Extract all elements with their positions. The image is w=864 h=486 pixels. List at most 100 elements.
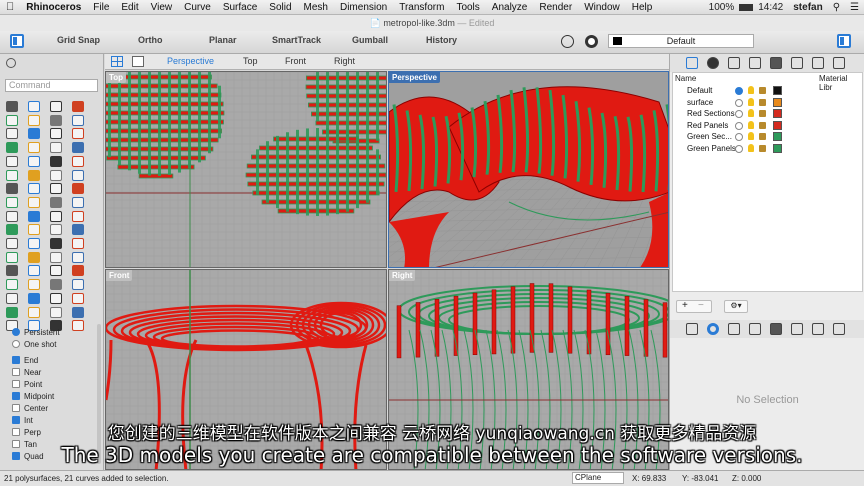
tab-perspective[interactable]: Perspective	[167, 56, 214, 66]
layer-color-swatch[interactable]	[773, 97, 782, 107]
tool-icon[interactable]	[72, 101, 84, 112]
ortho-button[interactable]: Ortho	[138, 35, 163, 45]
persistent-radio[interactable]: Persistent	[12, 328, 60, 337]
menu-surface[interactable]: Surface	[217, 0, 263, 15]
layer-options-gear-icon[interactable]: ⚙▾	[724, 300, 748, 313]
history-button[interactable]: History	[426, 35, 457, 45]
visibility-bulb-icon[interactable]	[748, 97, 754, 106]
viewport-top[interactable]: Top	[105, 71, 387, 268]
tool-icon[interactable]	[50, 224, 62, 236]
visibility-bulb-icon[interactable]	[748, 143, 754, 152]
tool-icon[interactable]	[50, 196, 62, 208]
tool-icon[interactable]	[6, 101, 18, 112]
tool-icon[interactable]	[72, 224, 84, 236]
layer-row[interactable]: Green Panels	[687, 143, 782, 154]
tool-icon[interactable]	[50, 101, 62, 112]
layers-icon-2[interactable]	[686, 323, 698, 335]
layer-color-swatch[interactable]	[773, 143, 782, 153]
tool-icon[interactable]	[6, 279, 18, 291]
current-layer-radio[interactable]	[735, 110, 743, 118]
tool-icon[interactable]	[6, 210, 18, 222]
tool-icon[interactable]	[50, 128, 62, 140]
tool-icon[interactable]	[72, 210, 84, 222]
four-view-layout-icon[interactable]	[111, 56, 123, 67]
current-layer-radio[interactable]	[735, 133, 743, 141]
tool-icon[interactable]	[50, 155, 62, 167]
menu-tools[interactable]: Tools	[450, 0, 485, 15]
remove-layer-button[interactable]: −	[698, 300, 704, 311]
tool-icon[interactable]	[28, 224, 40, 236]
tool-icon[interactable]	[50, 114, 62, 126]
tool-icon[interactable]	[72, 265, 84, 277]
layer-name[interactable]: Default	[687, 86, 712, 95]
menu-transform[interactable]: Transform	[393, 0, 450, 15]
command-input[interactable]: Command	[5, 79, 98, 92]
tool-icon[interactable]	[6, 238, 18, 249]
layer-name[interactable]: Green Sec...	[687, 132, 732, 141]
layer-row[interactable]: Green Sec...	[687, 131, 782, 142]
display-icon[interactable]	[707, 57, 719, 69]
display-icon-2[interactable]	[707, 323, 719, 335]
cplane-dropdown[interactable]: CPlane	[572, 472, 624, 484]
help-doc-icon[interactable]	[812, 57, 824, 69]
viewport-top-label[interactable]: Top	[106, 72, 127, 83]
tool-icon[interactable]	[6, 265, 18, 277]
visibility-bulb-icon[interactable]	[748, 132, 754, 140]
viewport-front-label[interactable]: Front	[106, 270, 133, 281]
menu-edit[interactable]: Edit	[115, 0, 144, 15]
grid-snap-button[interactable]: Grid Snap	[57, 35, 100, 45]
menu-solid[interactable]: Solid	[263, 0, 297, 15]
menu-analyze[interactable]: Analyze	[486, 0, 534, 15]
layer-color-swatch[interactable]	[773, 120, 782, 130]
layers-col-name[interactable]: Name	[675, 74, 696, 83]
visibility-bulb-icon[interactable]	[748, 109, 754, 117]
object-cube-icon-2[interactable]	[749, 323, 761, 335]
lock-icon[interactable]	[759, 144, 766, 152]
tool-icon[interactable]	[28, 114, 40, 126]
left-sidebar-toggle-icon[interactable]	[10, 34, 24, 48]
layers-col-material[interactable]: Material Libr	[819, 74, 862, 92]
tool-icon[interactable]	[72, 183, 84, 195]
osnap-center[interactable]: Center	[12, 404, 48, 413]
tool-icon[interactable]	[72, 279, 84, 291]
osnap-point[interactable]: Point	[12, 380, 42, 389]
layer-name[interactable]: Red Panels	[687, 121, 728, 130]
menu-help[interactable]: Help	[626, 0, 659, 15]
menu-render[interactable]: Render	[533, 0, 578, 15]
tool-icon[interactable]	[28, 238, 40, 249]
material-icon[interactable]	[791, 57, 803, 69]
more-icon-2[interactable]	[833, 323, 845, 335]
tool-icon[interactable]	[6, 224, 18, 236]
tool-icon[interactable]	[6, 196, 18, 208]
menu-dimension[interactable]: Dimension	[334, 0, 393, 15]
tool-icon[interactable]	[50, 265, 62, 277]
tool-icon[interactable]	[72, 128, 84, 140]
menu-file[interactable]: File	[87, 0, 115, 15]
visibility-bulb-icon[interactable]	[748, 120, 754, 129]
camera-icon-2[interactable]	[770, 323, 782, 335]
history-record-icon[interactable]	[561, 35, 574, 48]
user-name[interactable]: stefan	[788, 2, 827, 13]
tool-icon[interactable]	[28, 196, 40, 208]
current-layer-dropdown[interactable]: Default	[608, 34, 754, 48]
layer-row[interactable]: Red Panels	[687, 120, 782, 131]
osnap-midpoint[interactable]: Midpoint	[12, 392, 54, 401]
tool-icon[interactable]	[6, 142, 18, 154]
lock-icon[interactable]	[759, 121, 766, 129]
layer-color-swatch[interactable]	[773, 109, 782, 118]
tool-icon[interactable]	[28, 265, 40, 277]
current-layer-radio[interactable]	[735, 144, 743, 153]
help-doc-icon-2[interactable]	[812, 323, 824, 335]
single-view-layout-icon[interactable]	[132, 56, 144, 67]
tool-icon[interactable]	[50, 210, 62, 222]
layer-color-swatch[interactable]	[773, 86, 782, 95]
material-icon-2[interactable]	[791, 323, 803, 335]
layer-name[interactable]: Green Panels	[687, 144, 736, 153]
tab-right[interactable]: Right	[334, 56, 355, 66]
tool-icon[interactable]	[72, 238, 84, 249]
panel-menu-icon[interactable]	[6, 58, 16, 68]
current-layer-radio[interactable]	[735, 98, 743, 107]
clock[interactable]: 14:42	[753, 2, 788, 13]
tool-icon[interactable]	[72, 251, 84, 263]
current-layer-radio[interactable]	[735, 121, 743, 130]
